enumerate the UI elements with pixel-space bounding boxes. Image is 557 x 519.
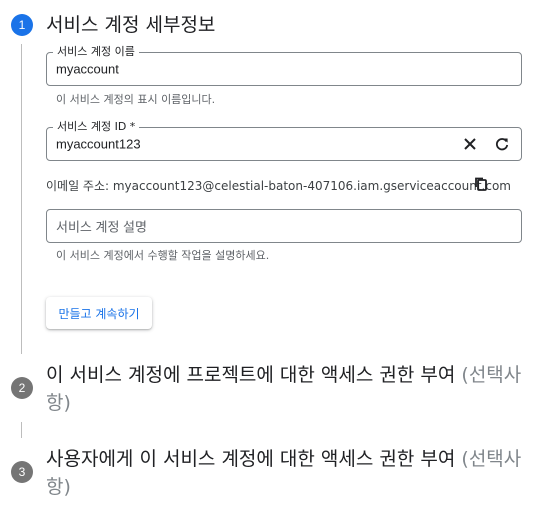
step-3-title-text: 사용자에게 이 서비스 계정에 대한 액세스 권한 부여 <box>46 448 462 470</box>
service-account-email: 이메일 주소: myaccount123@celestial-baton-407… <box>46 179 511 193</box>
create-and-continue-button[interactable]: 만들고 계속하기 <box>46 297 152 329</box>
step-3-optional: (선택사 <box>461 448 522 470</box>
step-1-number: 1 <box>11 14 33 36</box>
step-2-number: 2 <box>11 377 33 399</box>
step-2-optional: (선택사 <box>461 364 522 386</box>
step-connector-line-2 <box>21 422 22 438</box>
step-2-optional-cont: 항) <box>46 392 71 414</box>
step-3-optional-cont: 항) <box>46 476 71 498</box>
step-connector-line <box>21 44 22 354</box>
service-account-description-field[interactable]: 서비스 계정 설명 <box>46 209 522 243</box>
service-account-name-field[interactable]: 서비스 계정 이름 myaccount <box>46 45 522 86</box>
service-account-name-label: 서비스 계정 이름 <box>53 45 139 59</box>
step-1-title: 서비스 계정 세부정보 <box>46 14 216 36</box>
step-2-title-text: 이 서비스 계정에 프로젝트에 대한 액세스 권한 부여 <box>46 364 462 386</box>
service-account-id-label: 서비스 계정 ID * <box>53 120 140 134</box>
step-3-number: 3 <box>11 461 33 483</box>
step-2-title[interactable]: 이 서비스 계정에 프로젝트에 대한 액세스 권한 부여 (선택사 항) <box>46 361 521 417</box>
service-account-name-value[interactable]: myaccount <box>56 62 119 77</box>
service-account-description-hint: 이 서비스 계정에서 수행할 작업을 설명하세요. <box>56 249 270 262</box>
close-icon[interactable] <box>460 134 480 154</box>
service-account-id-value[interactable]: myaccount123 <box>56 137 141 152</box>
copy-icon[interactable] <box>471 174 491 194</box>
service-account-id-field[interactable]: 서비스 계정 ID * myaccount123 <box>46 120 522 161</box>
refresh-icon[interactable] <box>492 134 512 154</box>
step-3-title[interactable]: 사용자에게 이 서비스 계정에 대한 액세스 권한 부여 (선택사 항) <box>46 445 521 501</box>
service-account-name-hint: 이 서비스 계정의 표시 이름입니다. <box>56 93 216 106</box>
service-account-description-placeholder[interactable]: 서비스 계정 설명 <box>56 217 147 236</box>
